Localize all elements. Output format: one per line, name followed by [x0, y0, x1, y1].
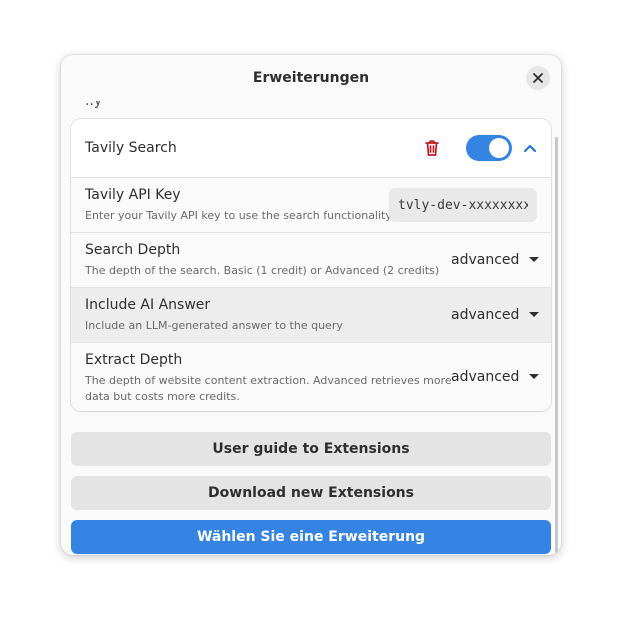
- download-extensions-button[interactable]: Download new Extensions: [71, 476, 551, 510]
- extension-name: Tavily Search: [85, 140, 177, 156]
- user-guide-button[interactable]: User guide to Extensions: [71, 432, 551, 466]
- scrolled-row-text: ..y: [85, 101, 103, 109]
- search-depth-dropdown[interactable]: advanced: [443, 245, 543, 275]
- extension-card: Tavily Search Tavily API Key Enter your …: [71, 119, 551, 411]
- chevron-up-icon: [524, 145, 536, 152]
- delete-extension-button[interactable]: [422, 138, 442, 158]
- extensions-scroll-area[interactable]: ..y Tavily Search Tavily API Key Enter y…: [61, 101, 561, 555]
- caret-down-icon: [529, 312, 539, 317]
- include-ai-answer-title: Include AI Answer: [85, 297, 211, 313]
- include-ai-answer-subtitle: Include an LLM-generated answer to the q…: [85, 319, 343, 332]
- close-button[interactable]: [526, 66, 550, 90]
- extract-depth-subtitle-line2: data but costs more credits.: [85, 390, 240, 403]
- dialog-header: Erweiterungen: [61, 55, 561, 101]
- api-key-title: Tavily API Key: [85, 187, 181, 203]
- extract-depth-value: advanced: [451, 369, 520, 385]
- dialog-title: Erweiterungen: [252, 70, 370, 86]
- include-ai-answer-value: advanced: [451, 307, 520, 323]
- toggle-knob: [489, 138, 509, 158]
- extract-depth-title: Extract Depth: [85, 352, 183, 368]
- scrollbar[interactable]: [555, 137, 558, 553]
- collapse-button[interactable]: [520, 138, 540, 158]
- choose-extension-button[interactable]: Wählen Sie eine Erweiterung: [71, 520, 551, 554]
- trash-icon: [425, 140, 439, 156]
- extract-depth-row: Extract Depth The depth of website conte…: [71, 343, 551, 411]
- search-depth-subtitle: The depth of the search. Basic (1 credit…: [85, 264, 440, 277]
- api-key-row: Tavily API Key Enter your Tavily API key…: [71, 178, 551, 233]
- search-depth-value: advanced: [451, 252, 520, 268]
- extract-depth-subtitle-line1: The depth of website content extraction.…: [85, 374, 452, 387]
- caret-down-icon: [529, 374, 539, 379]
- include-ai-answer-row: Include AI Answer Include an LLM-generat…: [71, 288, 551, 343]
- extensions-dialog: Erweiterungen ..y Tavily Search Tavily A…: [61, 55, 561, 555]
- search-depth-title: Search Depth: [85, 242, 181, 258]
- caret-down-icon: [529, 257, 539, 262]
- extension-enable-toggle[interactable]: [466, 135, 512, 161]
- search-depth-row: Search Depth The depth of the search. Ba…: [71, 233, 551, 288]
- include-ai-answer-dropdown[interactable]: advanced: [443, 300, 543, 330]
- api-key-subtitle: Enter your Tavily API key to use the sea…: [85, 209, 392, 222]
- api-key-input[interactable]: [389, 188, 537, 222]
- extension-card-header[interactable]: Tavily Search: [71, 119, 551, 178]
- extract-depth-dropdown[interactable]: advanced: [443, 362, 543, 392]
- close-icon: [533, 73, 543, 83]
